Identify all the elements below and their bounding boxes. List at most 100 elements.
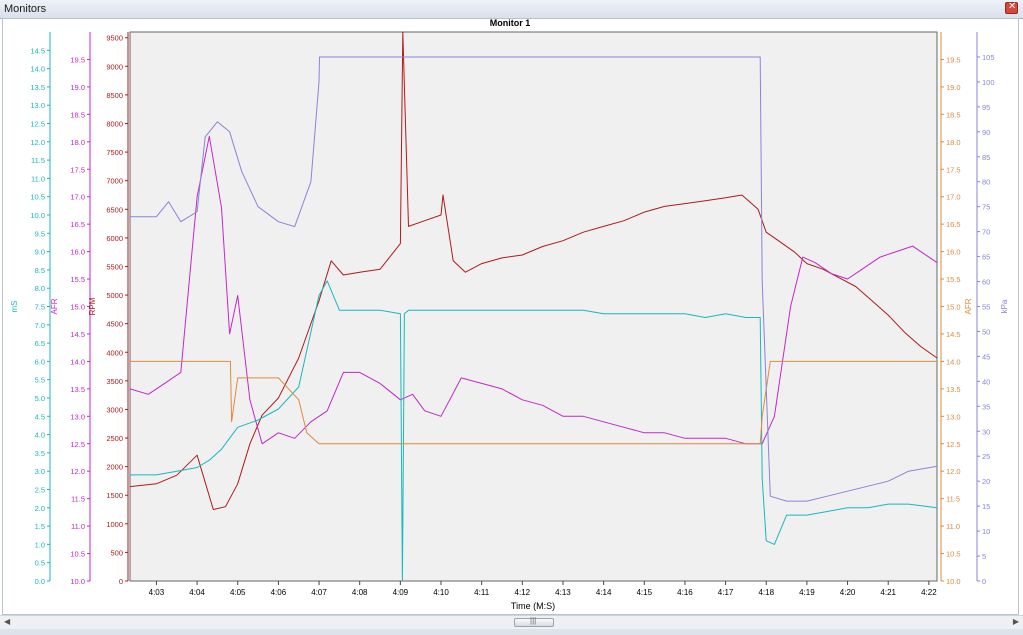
y-tick-label: 12.0: [70, 467, 85, 476]
y-tick-label: 50: [982, 327, 990, 336]
y-tick-label: 4500: [106, 320, 123, 329]
y-tick-label: 11.0: [946, 522, 960, 531]
y-axis-label: AFR: [964, 298, 973, 314]
y-tick-label: 8000: [106, 120, 123, 129]
window-titlebar: Monitors ✕: [0, 0, 1023, 19]
y-tick-label: 17.0: [70, 193, 85, 202]
y-tick-label: 9500: [106, 34, 123, 43]
scroll-right-icon[interactable]: ▶: [1013, 617, 1019, 626]
y-tick-label: 6000: [106, 234, 123, 243]
y-tick-label: 95: [982, 103, 990, 112]
y-tick-label: 75: [982, 203, 990, 212]
x-tick-label: 4:18: [758, 588, 774, 597]
y-tick-label: 19.5: [70, 55, 85, 64]
y-tick-label: 10.0: [70, 577, 85, 586]
y-tick-label: 13.5: [70, 385, 85, 394]
y-tick-label: 9.5: [35, 229, 45, 238]
y-tick-label: 8500: [106, 91, 123, 100]
y-tick-label: 0.0: [35, 577, 45, 586]
y-tick-label: 11.5: [946, 495, 960, 504]
y-tick-label: 11.0: [31, 174, 45, 183]
y-tick-label: 13.0: [946, 412, 961, 421]
y-tick-label: 55: [982, 303, 990, 312]
x-tick-label: 4:03: [149, 588, 165, 597]
horizontal-scrollbar[interactable]: ◀ ||| ▶: [0, 615, 1023, 630]
close-button[interactable]: ✕: [1005, 1, 1018, 14]
y-tick-label: 65: [982, 253, 990, 262]
y-tick-label: 15: [982, 502, 990, 511]
y-tick-label: 9000: [106, 62, 123, 71]
y-tick-label: 15.5: [70, 275, 85, 284]
y-tick-label: 0.5: [35, 559, 45, 568]
y-tick-label: 10: [982, 527, 990, 536]
y-tick-label: 14.5: [70, 330, 85, 339]
y-tick-label: 8.5: [35, 266, 45, 275]
y-tick-label: 90: [982, 128, 990, 137]
y-tick-label: 18.5: [946, 110, 961, 119]
y-axis-label: RPM: [88, 297, 97, 315]
x-tick-label: 4:07: [311, 588, 327, 597]
y-tick-label: 3.0: [35, 467, 45, 476]
y-tick-label: 2.0: [35, 504, 45, 513]
y-tick-label: 11.5: [71, 495, 85, 504]
y-tick-label: 18.5: [70, 110, 85, 119]
y-tick-label: 35: [982, 402, 990, 411]
y-tick-label: 100: [982, 78, 995, 87]
y-tick-label: 30: [982, 427, 990, 436]
y-tick-label: 6500: [106, 205, 123, 214]
y-tick-label: 8.0: [35, 284, 45, 293]
y-tick-label: 16.0: [70, 248, 85, 257]
y-tick-label: 3000: [106, 405, 123, 414]
y-tick-label: 5000: [106, 291, 123, 300]
x-tick-label: 4:10: [433, 588, 449, 597]
y-tick-label: 80: [982, 178, 990, 187]
y-tick-label: 16.5: [70, 220, 85, 229]
y-tick-label: 1000: [106, 520, 123, 529]
y-tick-label: 19.0: [70, 83, 85, 92]
x-tick-label: 4:08: [352, 588, 368, 597]
y-tick-label: 4.0: [35, 431, 45, 440]
y-tick-label: 18.0: [70, 138, 85, 147]
y-tick-label: 1.0: [35, 540, 45, 549]
status-strip: [0, 629, 1023, 635]
y-tick-label: 1.5: [35, 522, 45, 531]
x-tick-label: 4:19: [799, 588, 815, 597]
y-tick-label: 10.5: [30, 193, 45, 202]
y-tick-label: 10.5: [70, 550, 85, 559]
y-tick-label: 14.5: [946, 330, 961, 339]
scrollbar-thumb[interactable]: |||: [514, 616, 554, 627]
y-tick-label: 12.5: [70, 440, 85, 449]
y-tick-label: 10.5: [946, 550, 961, 559]
y-tick-label: 12.0: [30, 138, 45, 147]
scroll-left-icon[interactable]: ◀: [4, 617, 10, 626]
y-tick-label: 10.0: [946, 577, 961, 586]
monitor-chart: Monitor 1 Time (M:S) 4:03 4:04 4:05 4:06 4:0…: [10, 18, 1009, 611]
y-tick-label: 17.5: [946, 165, 961, 174]
y-tick-label: 5500: [106, 262, 123, 271]
y-tick-label: 19.0: [946, 83, 961, 92]
y-tick-label: 17.0: [946, 193, 961, 202]
x-tick-label: 4:04: [189, 588, 205, 597]
y-tick-label: 0: [119, 577, 123, 586]
window-title: Monitors: [4, 3, 47, 15]
y-tick-label: 14.0: [30, 65, 45, 74]
y-tick-label: 11.0: [71, 522, 85, 531]
x-tick-label: 4:22: [921, 588, 937, 597]
y-tick-label: 40: [982, 377, 990, 386]
y-axis-label: kPa: [1000, 299, 1009, 313]
y-tick-label: 16.5: [946, 220, 961, 229]
y-tick-label: 4000: [106, 348, 123, 357]
y-tick-label: 5.5: [35, 376, 45, 385]
y-tick-label: 17.5: [70, 165, 85, 174]
x-tick-label: 4:06: [271, 588, 287, 597]
y-tick-label: 9.0: [35, 248, 45, 257]
y-tick-label: 7500: [106, 148, 123, 157]
y-tick-label: 2500: [106, 434, 123, 443]
x-tick-label: 4:09: [393, 588, 409, 597]
y-tick-label: 11.5: [31, 156, 45, 165]
y-tick-label: 16.0: [946, 248, 961, 257]
y-tick-label: 2000: [106, 463, 123, 472]
grip-icon: |||: [530, 616, 537, 625]
y-tick-label: 5: [982, 552, 986, 561]
y-tick-label: 60: [982, 278, 990, 287]
